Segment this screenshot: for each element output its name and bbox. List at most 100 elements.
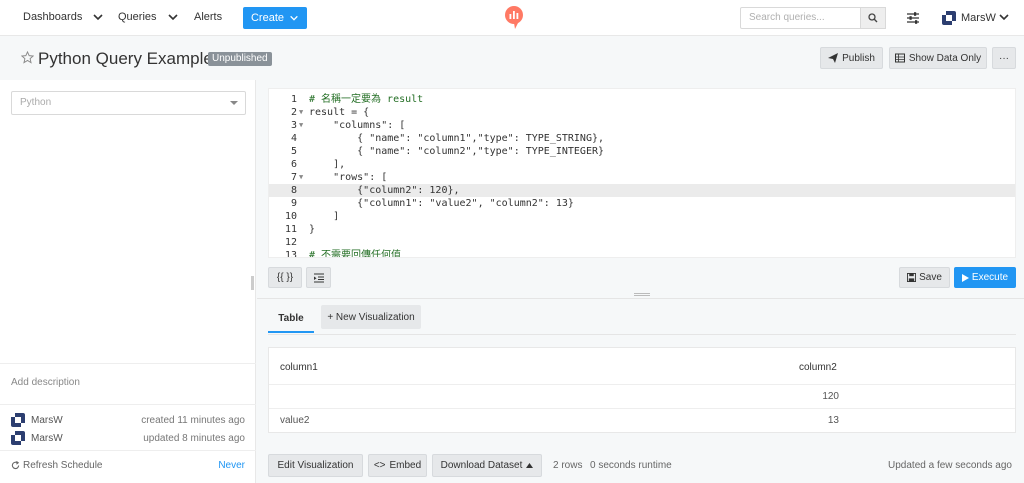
create-label: Create [250,12,285,24]
embed-button[interactable]: <> Embed [368,454,427,477]
code-text: # 名稱一定要為 result [309,94,424,105]
execute-button[interactable]: Execute [954,267,1016,288]
code-line: 9 {"column1": "value2", "column2": 13} [269,197,1015,210]
publish-button[interactable]: Publish [820,47,883,69]
code-line: 13 # 不需要回傳任何值 [269,249,1015,258]
search-input[interactable]: Search queries... [740,7,861,29]
query-page-header: Python Query Example Unpublished Publish… [0,37,1024,79]
updated-by-user: MarsW [31,433,63,444]
indent-icon [313,273,324,282]
avatar-icon [11,431,25,445]
download-dataset-button[interactable]: Download Dataset [432,454,542,477]
line-number: 8 [290,185,297,196]
row-count: 2 rows [553,460,583,471]
more-options-button[interactable]: ··· [992,47,1016,69]
code-text: "columns": [ [309,120,406,131]
code-line: 2 ▼ result = { [269,106,1015,119]
datasource-select[interactable]: Python [11,91,246,115]
column-header[interactable]: column2 [799,362,837,373]
line-number: 3 [290,120,297,131]
line-number: 6 [290,159,297,170]
code-line: 6 ], [269,158,1015,171]
code-line-active: 8 {"column2": 120}, [269,184,1015,197]
code-text: { "name": "column2","type": TYPE_INTEGER… [309,146,605,157]
nav-dashboards[interactable]: Dashboards [23,11,82,23]
fold-icon[interactable]: ▼ [299,119,303,132]
chevron-down-icon [290,15,298,21]
pane-resize-handle[interactable] [634,293,650,296]
new-visualization-button[interactable]: + New Visualization [321,305,421,329]
caret-down-icon [230,101,238,105]
refresh-schedule-label: Refresh Schedule [11,460,103,471]
refresh-schedule-value[interactable]: Never [218,460,245,471]
code-text: {"column2": 120}, [309,185,460,196]
datasource-value: Python [20,97,52,108]
caret-up-icon [526,463,534,468]
query-sidebar: Python Add description MarsW created 11 … [0,80,256,483]
code-line: 4 { "name": "column1","type": TYPE_STRIN… [269,132,1015,145]
fold-icon[interactable]: ▼ [299,171,303,184]
table-cell: 120 [822,391,839,402]
code-text: ] [309,211,340,222]
divider [0,363,256,364]
star-icon[interactable] [21,51,34,64]
edit-visualization-button[interactable]: Edit Visualization [268,454,363,477]
divider [257,298,1024,299]
top-navbar: Dashboards Queries Alerts Create Search … [0,0,1024,36]
code-icon: <> [373,460,386,471]
settings-sliders-icon[interactable] [906,11,920,25]
download-dataset-label: Download Dataset [440,460,523,471]
search-button[interactable] [861,7,886,29]
line-number: 1 [290,94,297,105]
code-line: 1 # 名稱一定要為 result [269,93,1015,106]
refresh-icon [11,461,20,470]
user-menu[interactable]: MarsW [961,12,996,24]
code-text: # 不需要回傳任何值 [309,250,402,258]
save-button[interactable]: Save [899,267,950,288]
nav-queries[interactable]: Queries [118,11,157,23]
tab-table[interactable]: Table [268,306,314,333]
chevron-down-icon[interactable] [92,11,104,23]
line-number: 11 [284,224,297,235]
row-divider [269,384,1015,385]
updated-time: updated 8 minutes ago [143,433,245,444]
chevron-down-icon[interactable] [167,11,179,23]
updated-status: Updated a few seconds ago [888,460,1012,471]
publish-label: Publish [842,52,875,64]
add-description-link[interactable]: Add description [11,377,80,388]
table-cell: value2 [280,415,310,426]
code-line: 7 ▼ "rows": [ [269,171,1015,184]
line-number: 12 [284,237,297,248]
runtime: 0 seconds runtime [590,460,672,471]
created-by-user: MarsW [31,415,63,426]
table-icon [894,53,905,63]
search-icon [868,13,878,23]
line-number: 9 [290,198,297,209]
nav-alerts[interactable]: Alerts [194,11,222,23]
autocomplete-toggle-button[interactable] [306,267,331,288]
avatar-icon[interactable] [942,11,956,25]
code-text: "rows": [ [309,172,388,183]
code-text: { "name": "column1","type": TYPE_STRING}… [309,133,605,144]
page-title[interactable]: Python Query Example [38,49,213,69]
code-line: 3 ▼ "columns": [ [269,119,1015,132]
code-editor[interactable]: 1 # 名稱一定要為 result 2 ▼ result = { 3 ▼ "co… [268,88,1016,258]
show-data-only-label: Show Data Only [908,52,982,64]
chevron-down-icon[interactable] [998,11,1010,23]
line-number: 7 [290,172,297,183]
floppy-icon [907,273,917,282]
fold-icon[interactable]: ▼ [299,106,303,119]
sidebar-resize-handle[interactable] [251,276,254,290]
code-text: } [309,224,316,235]
column-header[interactable]: column1 [280,362,318,373]
format-query-button[interactable]: {{ }} [268,267,302,288]
redash-logo-icon[interactable] [504,6,524,30]
save-label: Save [919,272,942,283]
row-divider [269,408,1015,409]
line-number: 13 [284,250,297,258]
show-data-only-button[interactable]: Show Data Only [889,47,987,69]
code-line: 11 } [269,223,1015,236]
created-time: created 11 minutes ago [141,415,245,426]
create-button[interactable]: Create [243,7,307,29]
line-number: 10 [284,211,297,222]
